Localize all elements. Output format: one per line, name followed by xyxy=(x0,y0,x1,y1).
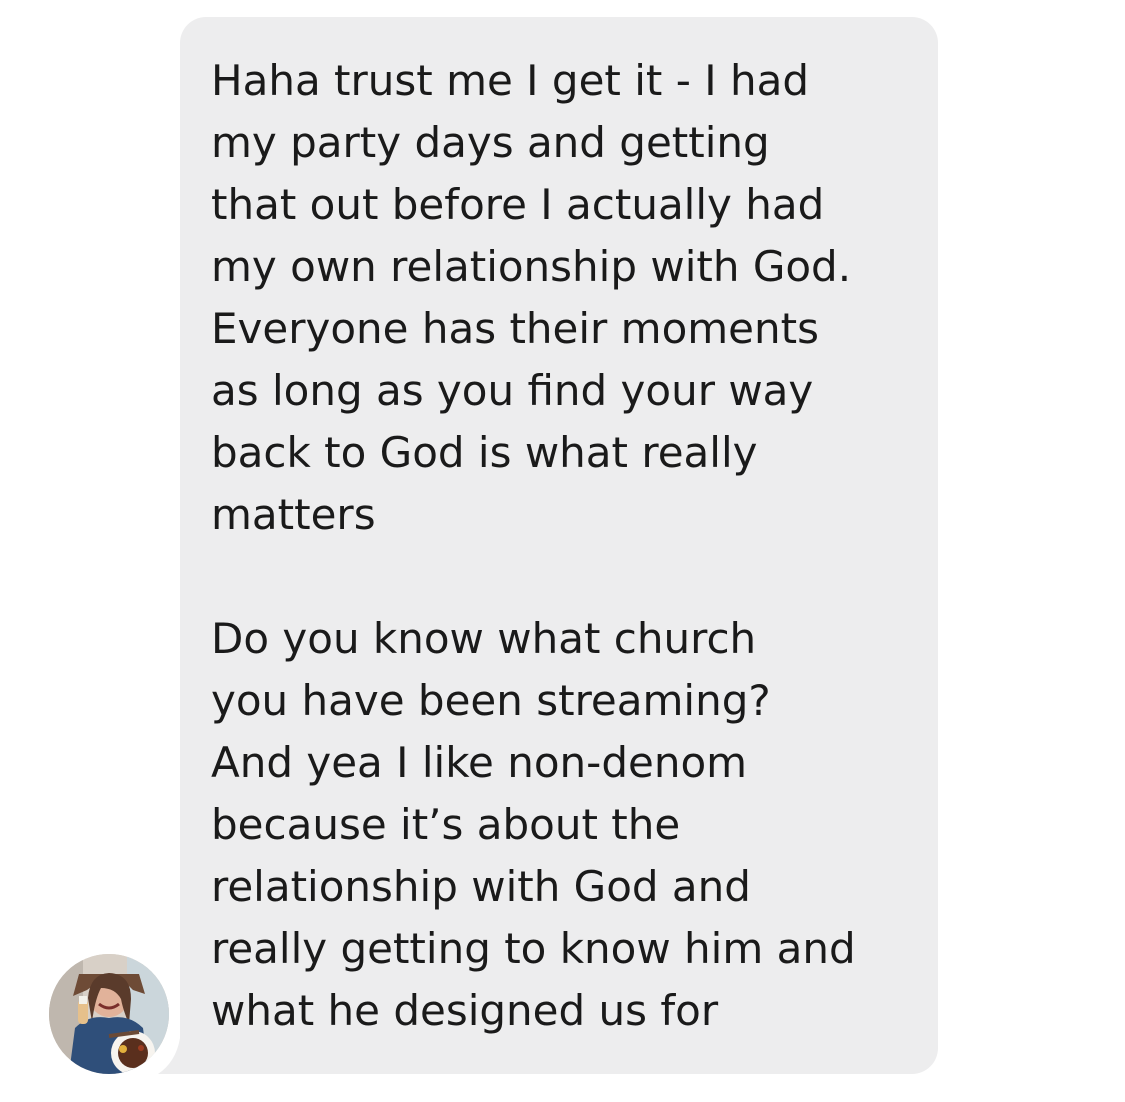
message-bubble[interactable]: Haha trust me I get it - I had my party … xyxy=(180,17,938,1074)
sender-avatar[interactable] xyxy=(49,954,169,1074)
message-text: Haha trust me I get it - I had my party … xyxy=(211,56,856,1035)
incoming-message-row: Haha trust me I get it - I had my party … xyxy=(0,0,1125,1102)
avatar-photo-icon xyxy=(49,954,169,1074)
